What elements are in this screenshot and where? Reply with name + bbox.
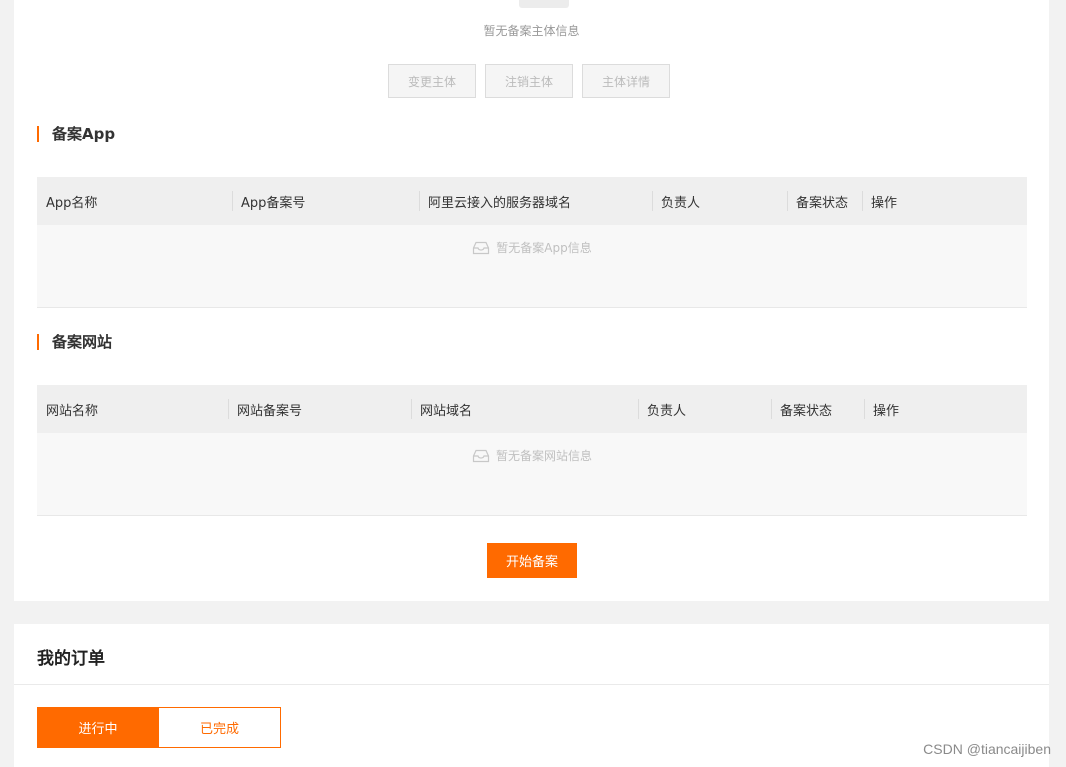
subject-details-button[interactable]: 主体详情 (582, 64, 670, 98)
column-header: 网站名称 (46, 403, 99, 419)
app-empty-message: 暂无备案App信息 (37, 239, 1027, 256)
empty-subject-text: 暂无备案主体信息 (483, 24, 580, 38)
website-table-header: 网站名称 网站备案号 网站域名 负责人 备案状态 操作 (37, 385, 1027, 433)
column-header: 备案状态 (771, 385, 864, 433)
website-section-title: 备案网站 (37, 334, 112, 350)
website-empty-message: 暂无备案网站信息 (37, 447, 1027, 464)
filing-card: 暂无备案主体信息 变更主体 注销主体 主体详情 备案App App名称 App备… (14, 0, 1049, 601)
inbox-icon (472, 449, 490, 462)
column-header: 负责人 (652, 177, 787, 225)
inbox-icon (473, 241, 490, 254)
website-table-body: 暂无备案网站信息 (37, 433, 1027, 516)
change-subject-button[interactable]: 变更主体 (388, 64, 476, 98)
orders-title: 我的订单 (37, 649, 105, 669)
watermark: CSDN @tiancaijiben (923, 741, 1051, 757)
column-header: 操作 (864, 385, 1027, 433)
column-header: 备案状态 (787, 177, 862, 225)
app-table-body: 暂无备案App信息 (37, 225, 1027, 308)
website-empty-text: 暂无备案网站信息 (495, 449, 592, 463)
app-table: App名称 App备案号 阿里云接入的服务器域名 负责人 备案状态 操作 暂无备… (37, 177, 1027, 308)
cancel-subject-button[interactable]: 注销主体 (485, 64, 573, 98)
column-header: 网站域名 (411, 385, 638, 433)
column-header: 负责人 (638, 385, 771, 433)
column-header: 操作 (862, 177, 1027, 225)
tab-completed[interactable]: 已完成 (159, 707, 281, 748)
subject-button-row: 变更主体 注销主体 主体详情 (388, 64, 670, 98)
app-table-header: App名称 App备案号 阿里云接入的服务器域名 负责人 备案状态 操作 (37, 177, 1027, 225)
my-orders-card: 我的订单 进行中 已完成 (14, 624, 1049, 767)
website-table: 网站名称 网站备案号 网站域名 负责人 备案状态 操作 暂无备案网站信息 (37, 385, 1027, 516)
column-header: App备案号 (232, 177, 419, 225)
app-empty-text: 暂无备案App信息 (496, 241, 592, 255)
app-section-title: 备案App (37, 126, 115, 142)
column-header: 阿里云接入的服务器域名 (419, 177, 652, 225)
box-icon (519, 0, 569, 8)
column-header: 网站备案号 (228, 385, 411, 433)
start-filing-button[interactable]: 开始备案 (487, 543, 577, 578)
tab-in-progress[interactable]: 进行中 (37, 707, 159, 748)
orders-tabs: 进行中 已完成 (37, 707, 281, 748)
divider (14, 684, 1049, 685)
column-header: App名称 (46, 195, 98, 211)
